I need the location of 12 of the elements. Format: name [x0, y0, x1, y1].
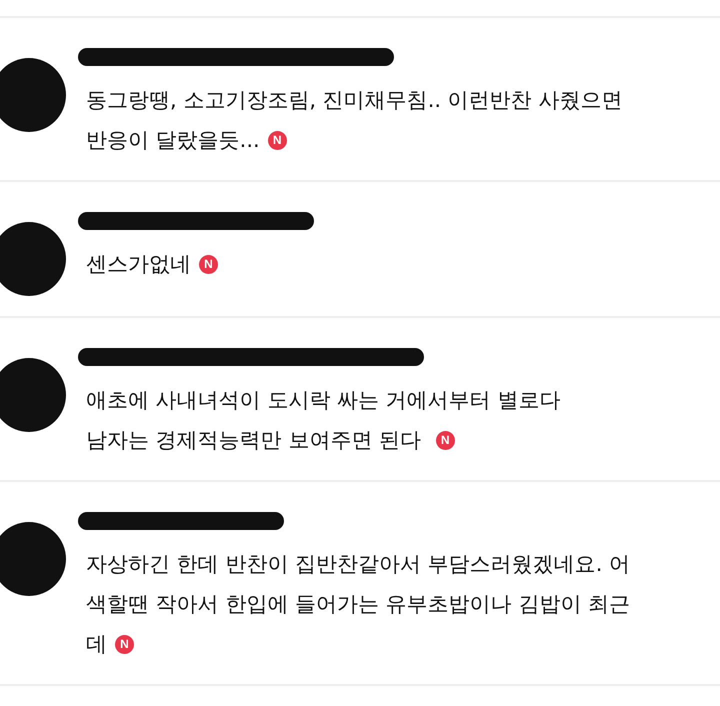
comment-line: 반응이 달랐을듯...: [86, 127, 260, 154]
new-badge: N: [436, 430, 455, 450]
new-badge: N: [268, 130, 287, 150]
comment-line: 색할땐 작아서 한입에 들어가는 유부초밥이나 김밥이 최근: [86, 591, 630, 618]
new-badge: N: [199, 254, 218, 274]
comment-line: 데: [86, 631, 107, 658]
new-badge: N: [115, 634, 134, 654]
comment-line: 남자는 경제적능력만 보여주면 된다: [86, 427, 422, 454]
comment-line: 자상하긴 한데 반찬이 집반찬같아서 부담스러웠겠네요. 어: [86, 551, 630, 578]
comment-line: 센스가없네: [86, 251, 191, 278]
comment-line: 애초에 사내녀석이 도시락 싸는 거에서부터 별로다: [86, 387, 560, 414]
comment-line: 동그랑땡, 소고기장조림, 진미채무침.. 이런반찬 사줬으면: [86, 87, 622, 114]
